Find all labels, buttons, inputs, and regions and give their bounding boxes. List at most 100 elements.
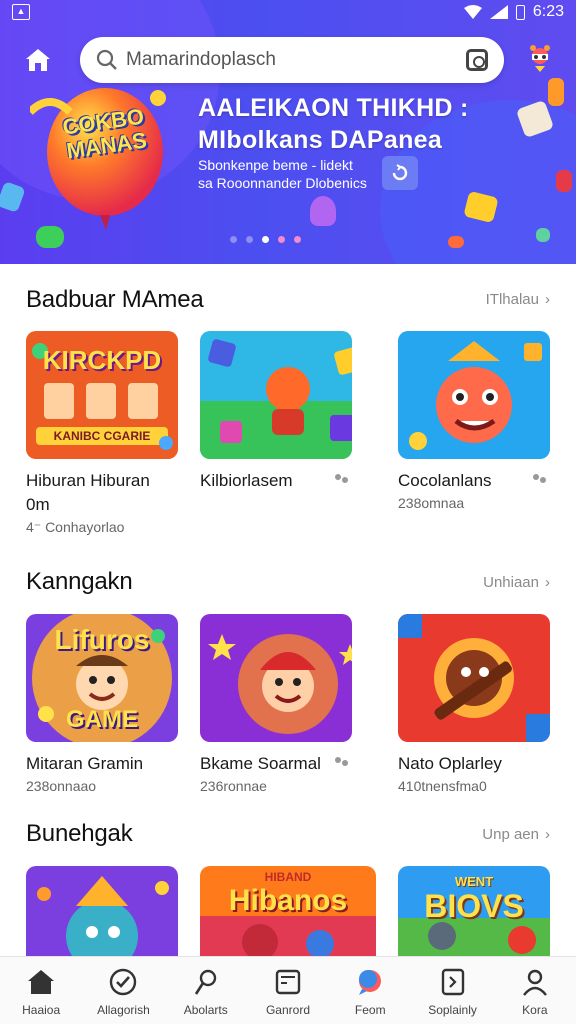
- banner-title-line1: AALEIKAON THIKHD :: [198, 94, 469, 122]
- wifi-icon: [463, 5, 482, 19]
- nav-label: Abolarts: [183, 1003, 228, 1017]
- game-thumbnail: [200, 331, 352, 459]
- chevron-right-icon: ›: [545, 291, 550, 308]
- game-thumbnail: HIBAND Hibanos: [200, 866, 376, 956]
- nav-item-home[interactable]: Haaioa: [5, 957, 77, 1024]
- section-title: Badbuar MAmea: [26, 286, 204, 313]
- game-name: Mitaran Gramin: [26, 754, 144, 773]
- more-icon[interactable]: [532, 473, 548, 483]
- nav-label: Feom: [354, 1003, 386, 1017]
- carousel-dot[interactable]: [230, 236, 237, 243]
- more-icon[interactable]: [334, 756, 350, 766]
- game-art: [398, 331, 550, 459]
- bottom-navigation: Haaioa Allagorish Abolarts Ganrord Feom …: [0, 956, 576, 1024]
- chevron-right-icon: ›: [545, 826, 550, 843]
- chevron-right-icon: ›: [545, 574, 550, 591]
- more-icon[interactable]: [334, 473, 350, 483]
- app-screen: ▲ 6:23 Mamarindoplasch COKBO MANAS AALEI…: [0, 0, 576, 1024]
- hero-header: ▲ 6:23 Mamarindoplasch COKBO MANAS AALEI…: [0, 0, 576, 264]
- game-name: Kilbiorlasem: [200, 471, 293, 490]
- potion-decoration: [310, 196, 336, 226]
- see-all-label: ITlhalau: [485, 291, 539, 308]
- game-card[interactable]: Nato Oplarley 410tnensfma0: [398, 614, 550, 794]
- banner-title: AALEIKAON THIKHD : MIbolkans DAPanea: [198, 92, 469, 156]
- dice-decoration: [0, 181, 26, 213]
- pin-icon: [194, 969, 216, 995]
- game-card[interactable]: WENT BIOVS: [398, 866, 550, 956]
- game-card[interactable]: Kilbiorlasem: [200, 331, 352, 493]
- carousel-indicator: [230, 236, 301, 243]
- game-thumbnail: KIRCKPD KANIBC CGARIE: [26, 331, 178, 459]
- pencil-decoration: [548, 78, 564, 106]
- nav-label: Haaioa: [22, 1003, 61, 1017]
- gem-decoration: [536, 228, 550, 242]
- game-card[interactable]: HIBAND Hibanos: [200, 866, 376, 956]
- game-card[interactable]: Bkame Soarmal 236ronnae: [200, 614, 352, 794]
- game-art: [200, 331, 352, 459]
- search-input[interactable]: [126, 49, 466, 71]
- banner-action-button[interactable]: [382, 156, 418, 190]
- see-all-label: Unp aen: [482, 826, 539, 843]
- see-all-label: Unhiaan: [483, 574, 539, 591]
- signal-icon: [489, 5, 508, 19]
- dice-decoration: [556, 170, 572, 192]
- game-thumbnail: [26, 866, 178, 956]
- chat-icon: [359, 970, 382, 995]
- home-button[interactable]: [22, 44, 54, 76]
- game-thumbnail: [200, 614, 352, 742]
- thumbnail-title: BIOVS: [424, 888, 524, 924]
- section-title: Bunehgak: [26, 820, 133, 847]
- section-title: Kanngakn: [26, 568, 133, 595]
- nav-item-feed[interactable]: Feom: [334, 957, 406, 1024]
- game-thumbnail: WENT BIOVS: [398, 866, 550, 956]
- swirl-icon: [392, 164, 408, 181]
- carousel-dot[interactable]: [246, 236, 253, 243]
- thumbnail-subtitle: GAME: [66, 706, 138, 733]
- check-circle-icon: [110, 968, 137, 996]
- game-art: [26, 866, 178, 956]
- game-thumbnail: [398, 614, 550, 742]
- see-all-link[interactable]: ITlhalau ›: [486, 291, 550, 308]
- nav-item-alerts[interactable]: Abolarts: [170, 957, 242, 1024]
- banner-subtitle-line1: Sbonkenpe beme - lidekt: [198, 157, 353, 173]
- carousel-dot-active[interactable]: [262, 236, 269, 243]
- thumbnail-subtitle: KANIBC CGARIE: [53, 429, 151, 443]
- mascot-notification-icon[interactable]: [526, 44, 554, 74]
- thumbnail-subtitle: HIBAND: [264, 870, 312, 884]
- nav-item-library[interactable]: Soplainly: [417, 957, 489, 1024]
- carousel-dot[interactable]: [278, 236, 285, 243]
- game-name: Hiburan Hiburan 0m: [26, 471, 150, 514]
- thumbnail-subtitle: WENT: [454, 874, 494, 889]
- search-bar[interactable]: [80, 37, 504, 83]
- game-name: Cocolanlans: [398, 471, 492, 490]
- card-icon: [275, 969, 301, 995]
- camera-search-icon[interactable]: [466, 49, 488, 71]
- game-card[interactable]: KIRCKPD KANIBC CGARIE Hiburan Hiburan 0m…: [26, 331, 178, 536]
- home-icon: [28, 970, 55, 994]
- game-card[interactable]: Lifuros GAME Mitaran Gramin 238onnaao: [26, 614, 178, 794]
- battery-icon: [515, 4, 525, 20]
- see-all-link[interactable]: Unhiaan ›: [483, 574, 550, 591]
- carousel-dot[interactable]: [294, 236, 301, 243]
- game-name: Bkame Soarmal: [200, 754, 321, 773]
- nav-label: Allagorish: [97, 1003, 150, 1017]
- thumbnail-title: Hibanos: [228, 884, 348, 917]
- game-meta: 238omnaa: [398, 495, 465, 511]
- nav-item-games[interactable]: Ganrord: [252, 957, 324, 1024]
- nav-label: Soplainly: [428, 1003, 477, 1017]
- game-name: Nato Oplarley: [398, 754, 502, 773]
- document-icon: [441, 968, 464, 996]
- home-icon: [26, 49, 50, 71]
- game-card[interactable]: [26, 866, 178, 956]
- game-card[interactable]: Cocolanlans 238omnaa: [398, 331, 550, 511]
- nav-item-profile[interactable]: Kora: [499, 957, 571, 1024]
- banner-subtitle: Sbonkenpe beme - lidekt sa Rooonnander D…: [198, 156, 367, 192]
- nav-label: Kora: [522, 1003, 548, 1017]
- see-all-link[interactable]: Unp aen ›: [482, 826, 550, 843]
- gallery-notification-icon: ▲: [12, 4, 30, 20]
- profile-icon: [522, 969, 547, 996]
- nav-item-categories[interactable]: Allagorish: [87, 957, 159, 1024]
- game-meta: 410tnensfma0: [398, 778, 487, 794]
- thumbnail-title: Lifuros: [54, 624, 150, 655]
- gem-decoration: [448, 236, 464, 248]
